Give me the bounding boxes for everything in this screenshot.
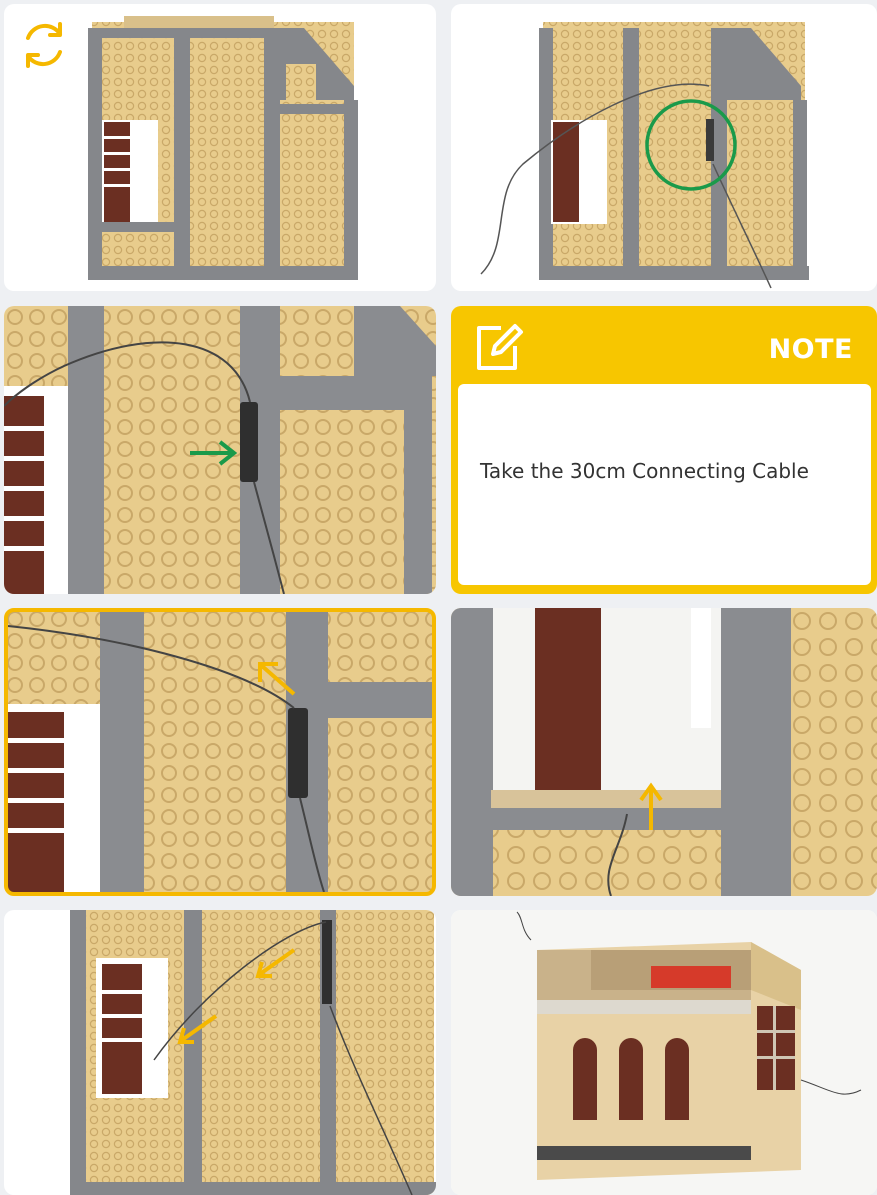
- cable-connection-photo: [4, 306, 436, 594]
- gallery-image-4[interactable]: [4, 608, 436, 896]
- gallery-image-2[interactable]: [451, 4, 877, 291]
- finished-building-photo: [451, 910, 877, 1195]
- gallery-image-6[interactable]: [4, 910, 436, 1195]
- note-card: NOTE Take the 30cm Connecting Cable: [451, 306, 877, 594]
- edit-note-icon: [477, 324, 523, 370]
- cable-routing-photo: [7, 612, 432, 893]
- note-title: NOTE: [768, 334, 853, 365]
- bottom-connection-photo: [451, 608, 877, 896]
- gallery-image-1[interactable]: [4, 4, 436, 291]
- gallery-image-5[interactable]: [451, 608, 877, 896]
- gallery-image-3[interactable]: [4, 306, 436, 594]
- note-text: Take the 30cm Connecting Cable: [480, 459, 809, 483]
- cable-path-photo: [70, 910, 436, 1195]
- gallery-image-7[interactable]: [451, 910, 877, 1195]
- wall-cable-photo: [480, 22, 809, 289]
- note-body: Take the 30cm Connecting Cable: [458, 384, 871, 585]
- refresh-icon[interactable]: [14, 16, 74, 74]
